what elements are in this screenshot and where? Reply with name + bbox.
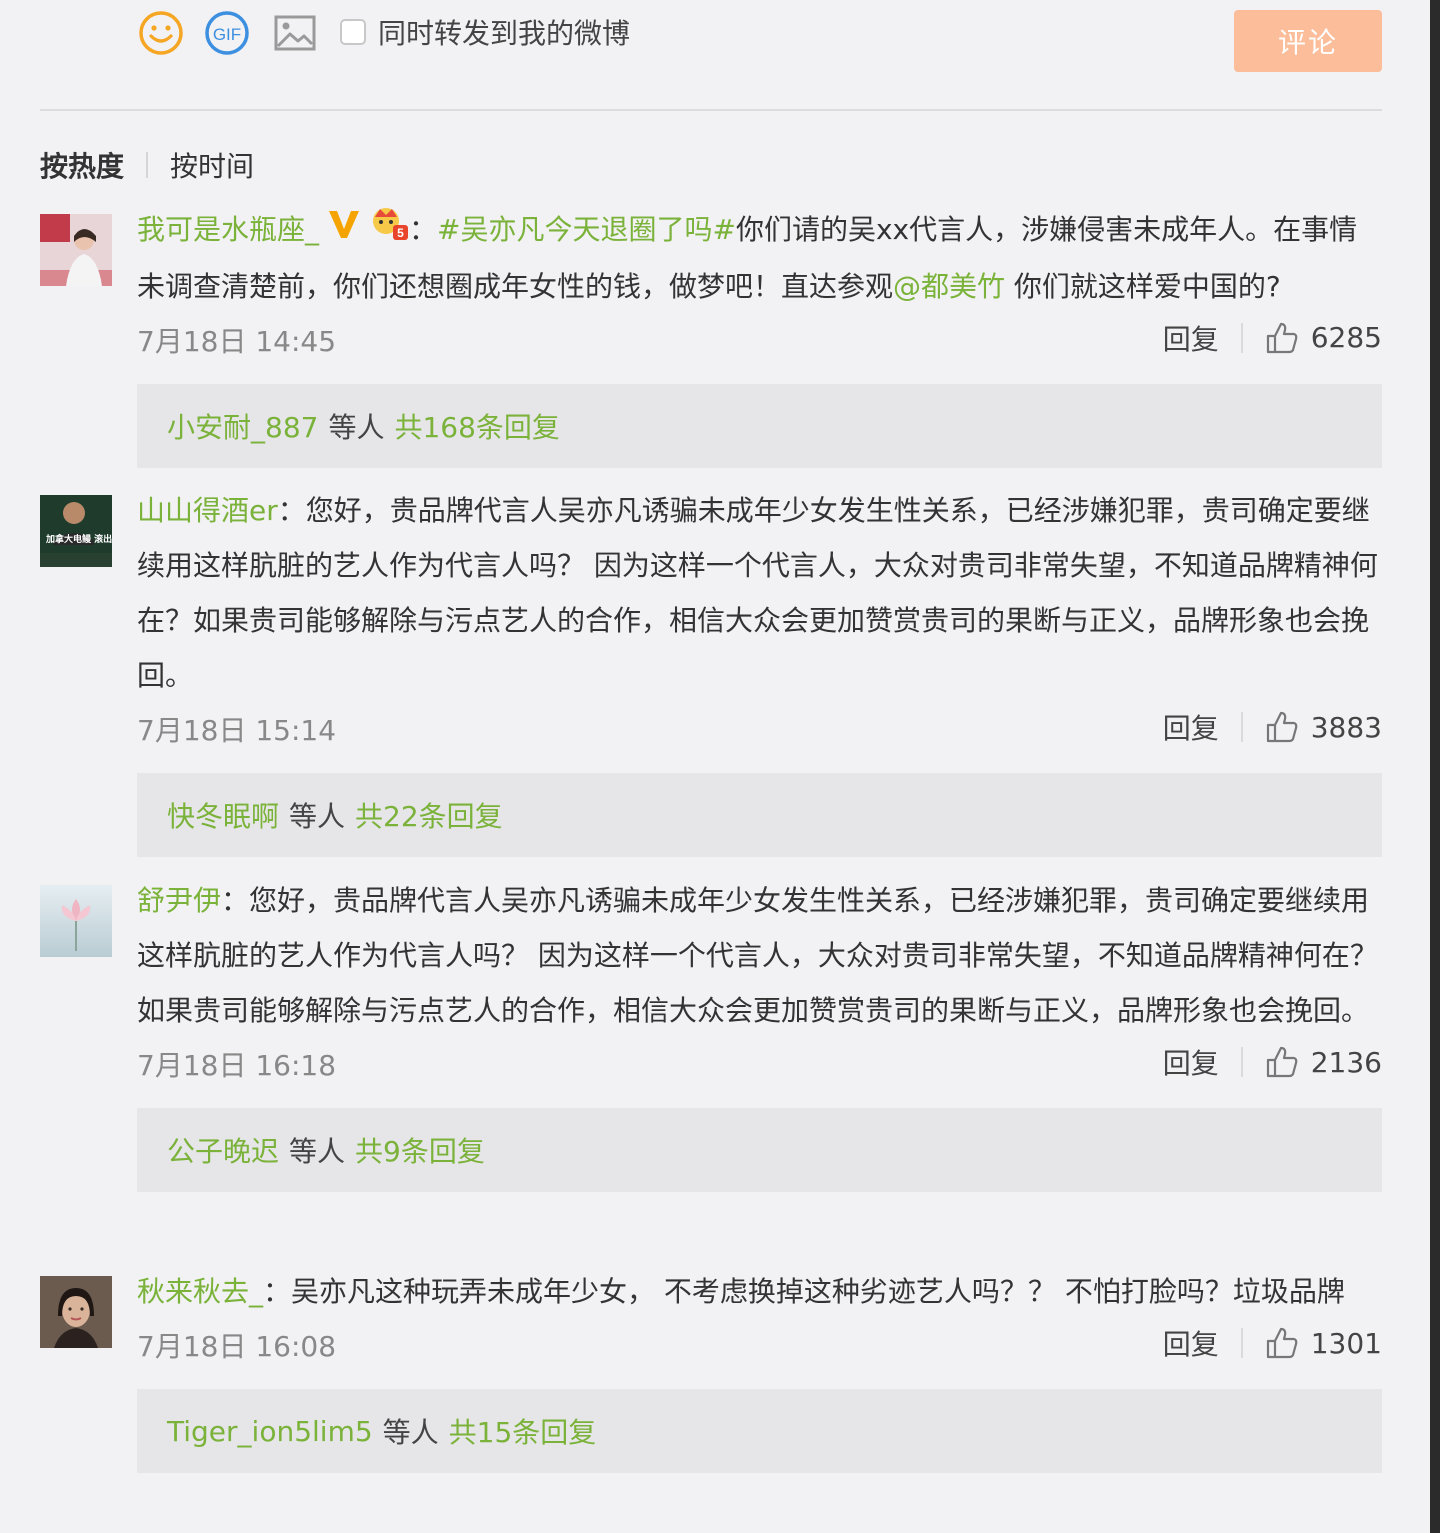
like-button[interactable]: 3883: [1265, 710, 1382, 744]
comment-username[interactable]: 山山得酒er: [137, 494, 278, 527]
topic-link[interactable]: #吴亦凡今天退圈了吗#: [437, 213, 736, 246]
like-count: 3883: [1310, 710, 1382, 744]
reply-summary[interactable]: Tiger_ion5lim5 等人 共15条回复: [137, 1389, 1382, 1473]
comment-actions: 回复 1301: [1163, 1323, 1382, 1363]
reply-mid-text: 等人: [289, 1135, 346, 1168]
comment-actions: 回复 2136: [1163, 1042, 1382, 1082]
crown-level-icon[interactable]: 5: [369, 204, 409, 259]
reply-total-link[interactable]: 共168条回复: [394, 406, 559, 446]
action-separator: [1240, 322, 1243, 353]
avatar-text: 加拿大电鳗 滚出 中国: [45, 533, 112, 545]
emoji-icon[interactable]: [138, 10, 184, 56]
like-count: 6285: [1310, 321, 1382, 354]
comment-text: 秋来秋去_：吴亦凡这种玩弄未成年少女， 不考虑换掉这种劣迹艺人吗？？ 不怕打脸吗…: [137, 1264, 1382, 1319]
sort-separator: [146, 152, 149, 178]
reply-mid-text: 等人: [382, 1416, 439, 1449]
forward-to-weibo-option[interactable]: 同时转发到我的微博: [340, 14, 630, 50]
thumbs-up-icon: [1266, 1327, 1298, 1359]
reply-button[interactable]: 回复: [1163, 1323, 1219, 1363]
comment-body: 山山得酒er：您好，贵品牌代言人吴亦凡诱骗未成年少女发生性关系，已经涉嫌犯罪，贵…: [137, 483, 1382, 857]
action-separator: [1240, 712, 1243, 742]
reply-button[interactable]: 回复: [1163, 318, 1219, 358]
comment-username[interactable]: 我可是水瓶座_: [137, 213, 319, 246]
forward-checkbox[interactable]: [340, 19, 366, 45]
comment-actions: 回复 6285: [1163, 318, 1382, 358]
reply-first-user[interactable]: Tiger_ion5lim5: [167, 1415, 373, 1448]
reply-button[interactable]: 回复: [1163, 707, 1219, 747]
crown-level-number: 5: [397, 226, 404, 240]
action-separator: [1240, 1328, 1243, 1358]
comment-body: 我可是水瓶座_ 5 ：#吴亦凡今天退圈了吗#你们请的吴xx代言人，涉嫌侵害未成年人。…: [137, 202, 1382, 468]
window-edge: [1430, 0, 1440, 1533]
comment-content: 您好，贵品牌代言人吴亦凡诱骗未成年少女发生性关系，已经涉嫌犯罪，贵司确定要继续用…: [137, 494, 1378, 692]
comment-content: 您好，贵品牌代言人吴亦凡诱骗未成年少女发生性关系，已经涉嫌犯罪，贵司确定要继续用…: [137, 884, 1378, 1027]
like-button[interactable]: 6285: [1265, 321, 1382, 355]
v-badge-icon[interactable]: [327, 204, 361, 259]
thumbs-up-icon: [1266, 322, 1298, 353]
comment-text: 舒尹伊：您好，贵品牌代言人吴亦凡诱骗未成年少女发生性关系，已经涉嫌犯罪，贵司确定…: [137, 873, 1382, 1038]
reply-summary[interactable]: 快冬眠啊 等人 共22条回复: [137, 773, 1382, 857]
tab-sort-by-hot[interactable]: 按热度: [40, 145, 124, 185]
reply-first-user[interactable]: 快冬眠啊: [167, 795, 279, 835]
comment-panel: GIF 同时转发到我的微博 评论 按热度 按时间 我可是水瓶座_ 5 ：#吴亦凡…: [40, 0, 1382, 1473]
avatar[interactable]: [40, 1276, 112, 1348]
comment-meta: 7月18日 15:14 回复 3883: [137, 703, 1382, 759]
like-count: 1301: [1310, 1326, 1382, 1360]
comment-colon: ：: [277, 494, 306, 527]
reply-total-link[interactable]: 共15条回复: [449, 1411, 597, 1451]
comment-time: 7月18日 15:14: [137, 714, 337, 747]
comment-colon: ：: [221, 884, 250, 917]
image-icon[interactable]: [272, 10, 318, 56]
mention-link[interactable]: @都美竹: [893, 270, 1005, 303]
reply-button[interactable]: 回复: [1163, 1042, 1219, 1082]
avatar[interactable]: [40, 885, 112, 957]
avatar[interactable]: 加拿大电鳗 滚出 中国: [40, 495, 112, 567]
action-separator: [1240, 1047, 1243, 1077]
comment-time: 7月18日 16:18: [137, 1049, 337, 1082]
like-count: 2136: [1310, 1045, 1382, 1079]
comment-content: 吴亦凡这种玩弄未成年少女， 不考虑换掉这种劣迹艺人吗？？ 不怕打脸吗？垃圾品牌: [291, 1275, 1345, 1308]
comment-time: 7月18日 16:08: [137, 1330, 337, 1363]
reply-summary[interactable]: 小安耐_887 等人 共168条回复: [137, 383, 1382, 468]
comment-submit-button[interactable]: 评论: [1234, 10, 1382, 72]
like-button[interactable]: 1301: [1265, 1326, 1382, 1360]
comment-colon: ：: [263, 1275, 292, 1308]
comment-text: 山山得酒er：您好，贵品牌代言人吴亦凡诱骗未成年少女发生性关系，已经涉嫌犯罪，贵…: [137, 483, 1382, 703]
comment-meta: 7月18日 14:45 回复 6285: [137, 314, 1382, 370]
gif-icon-text: GIF: [213, 25, 241, 44]
comment-body: 舒尹伊：您好，贵品牌代言人吴亦凡诱骗未成年少女发生性关系，已经涉嫌犯罪，贵司确定…: [137, 873, 1382, 1192]
tab-sort-by-time[interactable]: 按时间: [170, 145, 254, 185]
comment-toolbar: GIF 同时转发到我的微博 评论: [40, 0, 1382, 111]
comment-time: 7月18日 14:45: [137, 324, 337, 358]
reply-summary[interactable]: 公子晚迟 等人 共9条回复: [137, 1108, 1382, 1192]
comment-colon: ：: [409, 213, 438, 246]
reply-total-link[interactable]: 共22条回复: [355, 795, 503, 835]
reply-first-user[interactable]: 小安耐_887: [167, 406, 318, 446]
comment-meta: 7月18日 16:08 回复 1301: [137, 1319, 1382, 1375]
reply-total-link[interactable]: 共9条回复: [355, 1130, 485, 1170]
thumbs-up-icon: [1266, 711, 1298, 743]
comment-username[interactable]: 秋来秋去_: [137, 1275, 263, 1308]
comment-meta: 7月18日 16:18 回复 2136: [137, 1038, 1382, 1094]
comment-content-end: 你们就这样爱中国的?: [1005, 269, 1281, 303]
reply-mid-text: 等人: [289, 800, 346, 833]
forward-label: 同时转发到我的微博: [378, 17, 631, 50]
comment-username[interactable]: 舒尹伊: [137, 884, 221, 917]
avatar[interactable]: [40, 214, 112, 286]
thumbs-up-icon: [1266, 1046, 1298, 1078]
toolbar-divider: [40, 109, 1382, 111]
like-button[interactable]: 2136: [1265, 1045, 1382, 1079]
comment-actions: 回复 3883: [1163, 707, 1382, 747]
comment-body: 秋来秋去_：吴亦凡这种玩弄未成年少女， 不考虑换掉这种劣迹艺人吗？？ 不怕打脸吗…: [137, 1264, 1382, 1473]
gif-icon[interactable]: GIF: [204, 10, 250, 56]
reply-mid-text: 等人: [328, 410, 385, 444]
sort-tabs: 按热度 按时间: [40, 140, 254, 190]
reply-first-user[interactable]: 公子晚迟: [167, 1130, 279, 1170]
comment-text: 我可是水瓶座_ 5 ：#吴亦凡今天退圈了吗#你们请的吴xx代言人，涉嫌侵害未成年人。…: [137, 202, 1382, 314]
